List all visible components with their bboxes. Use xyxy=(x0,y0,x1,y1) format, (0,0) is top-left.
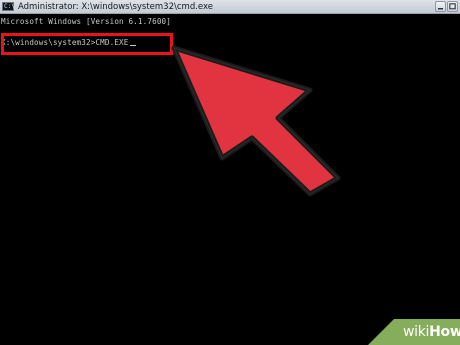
console-version-line: Microsoft Windows [Version 6.1.7600] xyxy=(1,17,171,26)
minimize-button[interactable] xyxy=(435,1,446,12)
window-title: Administrator: X:\windows\system32\cmd.e… xyxy=(18,2,213,12)
highlight-box xyxy=(1,33,173,55)
wikihow-watermark: wikiHow xyxy=(368,319,460,345)
window-controls xyxy=(435,1,458,12)
cmd-prompt-icon: C:\ xyxy=(2,2,15,11)
maximize-button[interactable] xyxy=(447,1,458,12)
window-titlebar[interactable]: C:\ Administrator: X:\windows\system32\c… xyxy=(0,0,460,14)
minimize-icon xyxy=(438,8,443,10)
maximize-icon xyxy=(449,3,456,10)
watermark-text: wikiHow xyxy=(403,324,460,340)
pointer-arrow-icon xyxy=(171,45,341,197)
